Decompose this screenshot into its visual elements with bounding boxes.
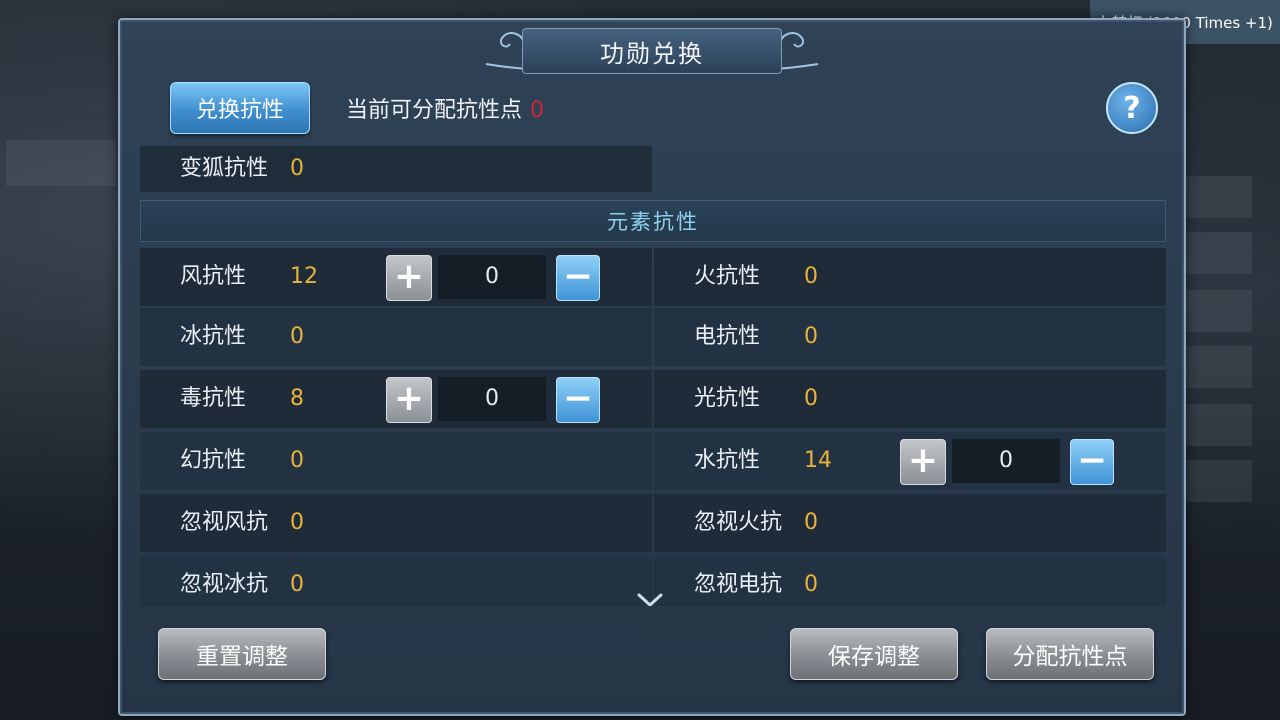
- resistance-value: 0: [804, 264, 818, 289]
- resistance-value: 0: [804, 510, 818, 535]
- resistance-value: 14: [804, 448, 832, 473]
- exchange-resistance-tab[interactable]: 兑换抗性: [170, 82, 310, 134]
- adjust-input[interactable]: 0: [952, 439, 1060, 483]
- resistance-label: 风抗性: [180, 264, 247, 289]
- available-points-label: 当前可分配抗性点: [346, 98, 523, 123]
- plus-icon[interactable]: +: [386, 255, 432, 301]
- resistance-value: 12: [290, 264, 318, 289]
- resistance-label: 光抗性: [694, 386, 761, 411]
- resistance-label: 冰抗性: [180, 324, 247, 349]
- resistance-row-electric: 电抗性 0: [654, 308, 1166, 366]
- resistance-row-fire: 火抗性 0: [654, 248, 1166, 306]
- resistance-row-ignore-electric: 忽视电抗 0: [654, 556, 1166, 606]
- available-points-value: 0: [530, 98, 545, 123]
- resistance-value: 0: [290, 572, 304, 597]
- resistance-value: 0: [290, 324, 304, 349]
- scroll-down-chevron-icon[interactable]: [636, 592, 664, 606]
- minus-icon[interactable]: −: [556, 377, 600, 423]
- resistance-label: 忽视风抗: [180, 510, 269, 535]
- reset-adjust-button[interactable]: 重置调整: [158, 628, 326, 680]
- minus-icon[interactable]: −: [1070, 439, 1114, 485]
- resistance-row-wind: 风抗性 12 + 0 −: [140, 248, 652, 306]
- resistance-value: 0: [804, 572, 818, 597]
- resistance-label: 电抗性: [694, 324, 761, 349]
- available-points: 当前可分配抗性点 0: [346, 92, 544, 124]
- resistance-row-ignore-ice: 忽视冰抗 0: [140, 556, 652, 606]
- resistance-row-ice: 冰抗性 0: [140, 308, 652, 366]
- resistance-value: 0: [804, 386, 818, 411]
- allocate-points-button[interactable]: 分配抗性点: [986, 628, 1154, 680]
- save-adjust-button[interactable]: 保存调整: [790, 628, 958, 680]
- section-title: 元素抗性: [140, 200, 1166, 242]
- resistance-label: 忽视冰抗: [180, 572, 269, 597]
- resistance-value: 0: [290, 510, 304, 535]
- resistance-list: 变狐抗性 0 元素抗性 风抗性 12 + 0 − 火抗性 0 冰抗性 0 电抗性…: [140, 146, 1166, 606]
- honor-exchange-window: 功勋兑换 兑换抗性 当前可分配抗性点 0 ? 变狐抗性 0 元素抗性 风抗性 12…: [118, 18, 1186, 716]
- resistance-row-water: 水抗性 14 + 0 −: [654, 432, 1166, 490]
- window-title: 功勋兑换: [522, 28, 782, 74]
- resistance-label: 忽视电抗: [694, 572, 783, 597]
- resistance-value: 0: [290, 156, 304, 181]
- resistance-label: 变狐抗性: [180, 156, 269, 181]
- resistance-row-poison: 毒抗性 8 + 0 −: [140, 370, 652, 428]
- adjust-input[interactable]: 0: [438, 377, 546, 421]
- fox-resistance-row: 变狐抗性 0: [140, 146, 652, 192]
- resistance-label: 忽视火抗: [694, 510, 783, 535]
- resistance-label: 幻抗性: [180, 448, 247, 473]
- resistance-label: 毒抗性: [180, 386, 247, 411]
- resistance-row-ignore-fire: 忽视火抗 0: [654, 494, 1166, 552]
- adjust-input[interactable]: 0: [438, 255, 546, 299]
- help-icon[interactable]: ?: [1106, 82, 1158, 134]
- plus-icon[interactable]: +: [900, 439, 946, 485]
- resistance-row-illusion: 幻抗性 0: [140, 432, 652, 490]
- resistance-label: 水抗性: [694, 448, 761, 473]
- resistance-value: 8: [290, 386, 304, 411]
- resistance-value: 0: [804, 324, 818, 349]
- resistance-label: 火抗性: [694, 264, 761, 289]
- resistance-row-ignore-wind: 忽视风抗 0: [140, 494, 652, 552]
- plus-icon[interactable]: +: [386, 377, 432, 423]
- resistance-row-light: 光抗性 0: [654, 370, 1166, 428]
- minus-icon[interactable]: −: [556, 255, 600, 301]
- resistance-value: 0: [290, 448, 304, 473]
